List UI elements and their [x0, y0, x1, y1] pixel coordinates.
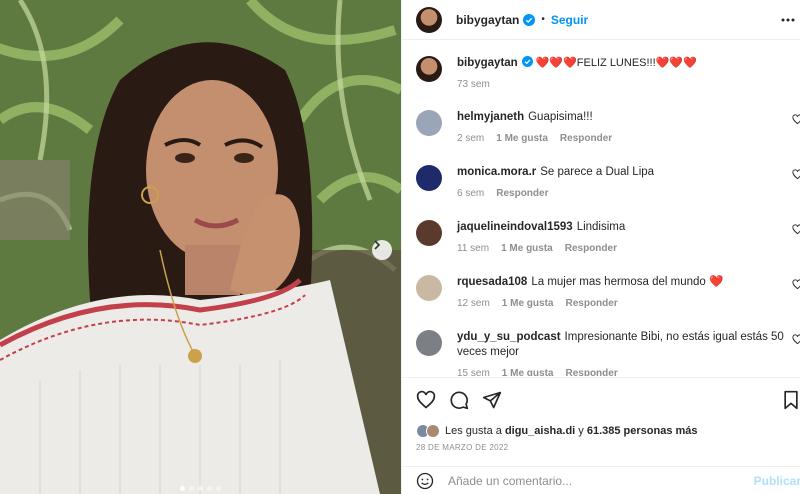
reply-button[interactable]: Responder — [565, 298, 617, 309]
carousel-dots — [0, 486, 401, 491]
comment-icon[interactable] — [449, 390, 469, 410]
carousel-dot — [189, 486, 194, 491]
caption-text: ❤️❤️❤️FELIZ LUNES!!!❤️❤️❤️ — [535, 57, 697, 69]
comment-username[interactable]: jaquelineindoval1593 — [457, 221, 573, 233]
heart-icon[interactable] — [792, 334, 800, 345]
post-panel: bibygaytan • Seguir bibygaytan ❤️❤️❤️FELI… — [401, 0, 800, 494]
comment-time: 12 sem — [457, 298, 490, 309]
likes-user[interactable]: digu_aisha.di — [505, 425, 575, 437]
reply-button[interactable]: Responder — [565, 243, 617, 254]
comment-text: Guapisima!!! — [528, 111, 593, 123]
comment-username[interactable]: ydu_y_su_podcast — [457, 331, 561, 343]
heart-icon[interactable] — [792, 114, 800, 125]
verified-icon — [521, 56, 533, 67]
comment-text: Lindisima — [576, 221, 626, 233]
carousel-dot — [216, 486, 221, 491]
heart-icon[interactable] — [792, 224, 800, 235]
comment-likes[interactable]: 1 Me gusta — [496, 133, 548, 144]
comment-input[interactable] — [448, 473, 728, 488]
comments-list[interactable]: bibygaytan ❤️❤️❤️FELIZ LUNES!!!❤️❤️❤️ 73 … — [402, 44, 800, 376]
post-date: 28 DE MARZO DE 2022 — [416, 443, 509, 452]
avatar[interactable] — [416, 110, 442, 136]
comment-time: 2 sem — [457, 133, 485, 144]
comment-likes[interactable]: 1 Me gusta — [501, 243, 553, 254]
comment-time: 15 sem — [457, 368, 490, 376]
more-icon[interactable] — [780, 12, 796, 28]
action-bar — [402, 377, 800, 423]
reply-button[interactable]: Responder — [565, 368, 617, 376]
reply-button[interactable]: Responder — [496, 188, 548, 199]
emoji-icon[interactable] — [416, 472, 434, 490]
add-comment-bar: Publicar — [402, 466, 800, 494]
author-username[interactable]: bibygaytan — [456, 13, 519, 27]
comment-likes[interactable]: 1 Me gusta — [502, 298, 554, 309]
verified-icon — [523, 13, 536, 26]
post-header: bibygaytan • Seguir — [402, 0, 800, 40]
avatar[interactable] — [416, 330, 442, 356]
likes-prefix: Les gusta a — [445, 425, 502, 437]
comment-username[interactable]: monica.mora.r — [457, 166, 536, 178]
heart-icon[interactable] — [792, 169, 800, 180]
avatar[interactable] — [416, 220, 442, 246]
comment-text: Se parece a Dual Lipa — [540, 166, 655, 178]
carousel-dot — [207, 486, 212, 491]
chevron-right-icon — [374, 240, 381, 250]
next-photo-button[interactable] — [372, 240, 392, 260]
reply-button[interactable]: Responder — [560, 133, 612, 144]
carousel-dot — [198, 486, 203, 491]
comment-username[interactable]: rquesada108 — [457, 276, 527, 288]
separator: • — [541, 14, 545, 25]
follow-button[interactable]: Seguir — [551, 13, 588, 27]
likes-summary: Les gusta a digu_aisha.di y 61.385 perso… — [416, 424, 698, 438]
avatar[interactable] — [416, 275, 442, 301]
comment-time: 6 sem — [457, 188, 485, 199]
heart-icon[interactable] — [792, 279, 800, 290]
avatar[interactable] — [416, 165, 442, 191]
likes-count[interactable]: 61.385 personas más — [587, 425, 698, 437]
caption-username[interactable]: bibygaytan — [457, 57, 518, 69]
share-icon[interactable] — [482, 390, 502, 410]
avatar[interactable] — [416, 56, 442, 82]
bookmark-icon[interactable] — [782, 390, 800, 410]
caption-time: 73 sem — [457, 79, 490, 90]
comment-username[interactable]: helmyjaneth — [457, 111, 524, 123]
comment-text: La mujer mas hermosa del mundo ❤️ — [531, 276, 724, 288]
heart-icon[interactable] — [416, 390, 436, 410]
likes-connector: y — [578, 425, 584, 437]
publish-button[interactable]: Publicar — [754, 474, 800, 488]
avatar[interactable] — [416, 6, 442, 33]
carousel-dot — [180, 486, 185, 491]
post-photo[interactable] — [0, 0, 401, 494]
avatar — [426, 424, 440, 438]
comment-time: 11 sem — [457, 243, 490, 254]
comment-likes[interactable]: 1 Me gusta — [502, 368, 554, 376]
photo-illustration — [0, 0, 401, 494]
